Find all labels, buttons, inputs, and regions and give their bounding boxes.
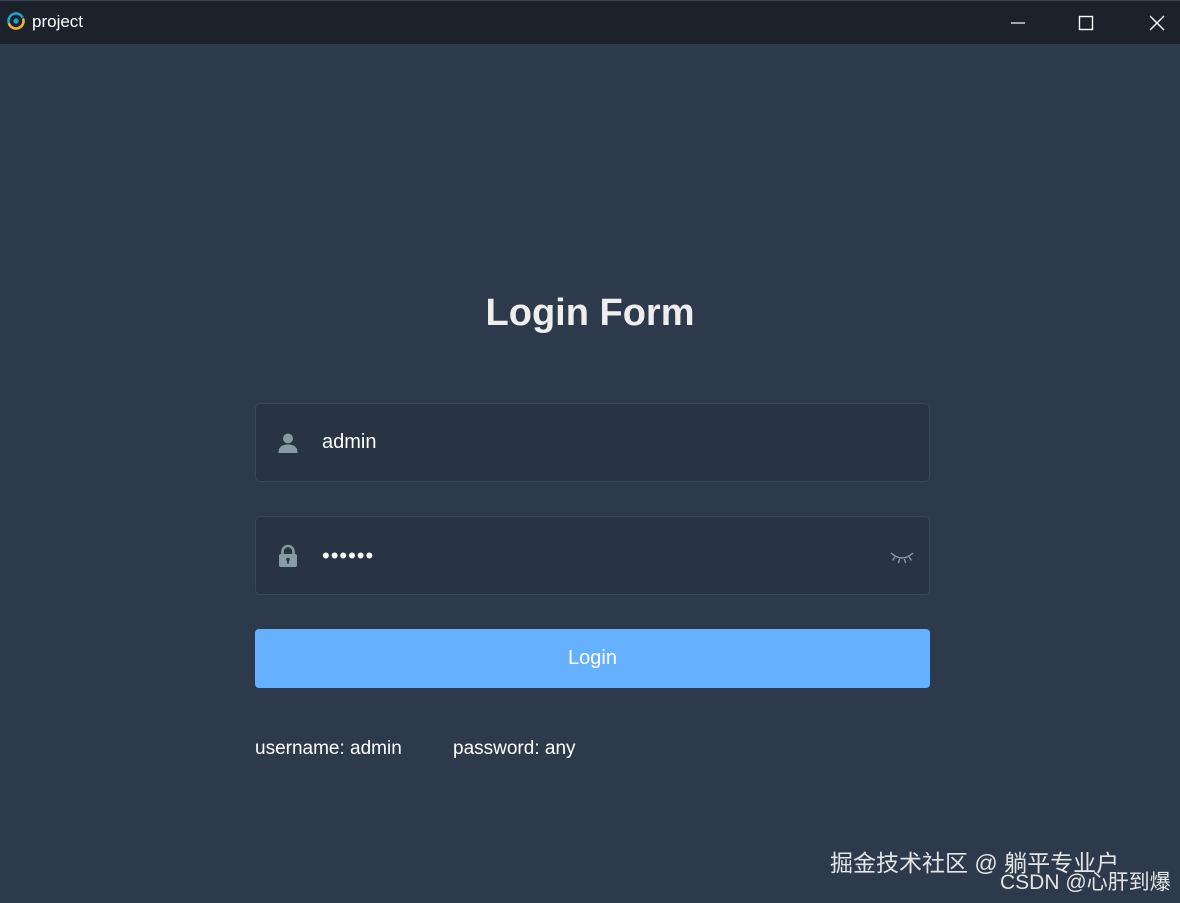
app-logo-icon [6, 11, 26, 31]
maximize-icon [1078, 15, 1094, 30]
login-form-title: Login Form [485, 292, 695, 334]
close-button[interactable] [1127, 1, 1180, 44]
maximize-button[interactable] [1056, 1, 1116, 44]
user-icon [276, 431, 300, 455]
lock-icon [276, 544, 300, 568]
login-button[interactable]: Login [255, 629, 930, 688]
username-field[interactable] [255, 403, 930, 482]
username-input[interactable] [322, 404, 882, 481]
minimize-button[interactable] [988, 1, 1048, 44]
watermark-csdn: CSDN @心肝到爆 [1000, 871, 1171, 894]
window-title: project [32, 12, 84, 31]
username-tip: username: admin [255, 738, 402, 759]
password-tip: password: any [453, 738, 576, 759]
eye-closed-icon[interactable] [888, 546, 916, 566]
window-titlebar: project [0, 0, 1180, 44]
minimize-icon [1011, 21, 1025, 24]
password-field[interactable] [255, 516, 930, 595]
close-icon [1149, 15, 1165, 30]
password-input[interactable] [322, 517, 882, 594]
